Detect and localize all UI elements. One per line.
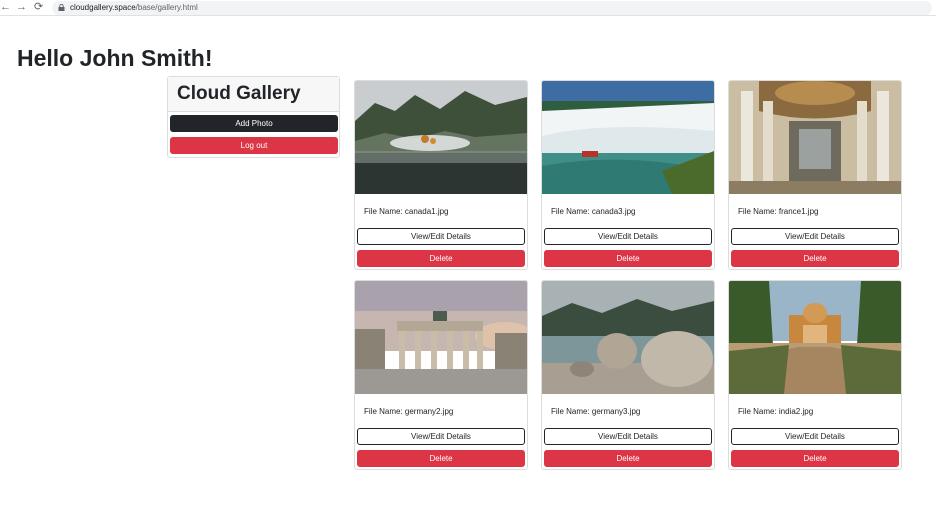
photo-thumbnail[interactable] xyxy=(542,281,714,394)
photo-card: File Name: canada3.jpg View/Edit Details… xyxy=(541,80,715,270)
file-name-label: File Name: canada3.jpg xyxy=(551,207,636,216)
delete-button[interactable]: Delete xyxy=(544,450,712,467)
address-bar[interactable]: cloudgallery.space/base/gallery.html xyxy=(52,1,932,15)
photo-thumbnail[interactable] xyxy=(729,81,901,194)
delete-button[interactable]: Delete xyxy=(357,250,525,267)
delete-button[interactable]: Delete xyxy=(357,450,525,467)
photo-thumbnail[interactable] xyxy=(542,81,714,194)
reload-icon[interactable]: ⟳ xyxy=(34,1,43,14)
photo-card: File Name: canada1.jpg View/Edit Details… xyxy=(354,80,528,270)
photo-thumbnail[interactable] xyxy=(355,81,527,194)
photo-card: File Name: germany2.jpg View/Edit Detail… xyxy=(354,280,528,470)
photo-card: File Name: india2.jpg View/Edit Details … xyxy=(728,280,902,470)
view-edit-details-button[interactable]: View/Edit Details xyxy=(357,228,525,245)
delete-button[interactable]: Delete xyxy=(544,250,712,267)
file-name-label: File Name: germany2.jpg xyxy=(364,407,454,416)
file-name-label: File Name: canada1.jpg xyxy=(364,207,449,216)
page-greeting: Hello John Smith! xyxy=(17,45,213,71)
add-photo-button[interactable]: Add Photo xyxy=(170,115,338,132)
url-text: cloudgallery.space/base/gallery.html xyxy=(70,2,198,14)
back-arrow-icon[interactable]: ← xyxy=(0,1,11,14)
browser-toolbar: ← → ⟳ cloudgallery.space/base/gallery.ht… xyxy=(0,0,936,16)
view-edit-details-button[interactable]: View/Edit Details xyxy=(357,428,525,445)
view-edit-details-button[interactable]: View/Edit Details xyxy=(731,228,899,245)
delete-button[interactable]: Delete xyxy=(731,450,899,467)
delete-button[interactable]: Delete xyxy=(731,250,899,267)
forward-arrow-icon[interactable]: → xyxy=(16,1,27,14)
photo-card: File Name: france1.jpg View/Edit Details… xyxy=(728,80,902,270)
view-edit-details-button[interactable]: View/Edit Details xyxy=(731,428,899,445)
lock-icon xyxy=(58,4,65,11)
url-host: cloudgallery.space xyxy=(70,3,136,12)
view-edit-details-button[interactable]: View/Edit Details xyxy=(544,428,712,445)
logout-button[interactable]: Log out xyxy=(170,137,338,154)
photo-thumbnail[interactable] xyxy=(729,281,901,394)
url-path: /base/gallery.html xyxy=(135,3,198,12)
photo-card: File Name: germany3.jpg View/Edit Detail… xyxy=(541,280,715,470)
file-name-label: File Name: france1.jpg xyxy=(738,207,819,216)
gallery-sidebar-card: Cloud Gallery Add Photo Log out xyxy=(167,76,340,158)
view-edit-details-button[interactable]: View/Edit Details xyxy=(544,228,712,245)
file-name-label: File Name: india2.jpg xyxy=(738,407,814,416)
sidebar-title: Cloud Gallery xyxy=(168,77,339,112)
file-name-label: File Name: germany3.jpg xyxy=(551,407,641,416)
photo-thumbnail[interactable] xyxy=(355,281,527,394)
